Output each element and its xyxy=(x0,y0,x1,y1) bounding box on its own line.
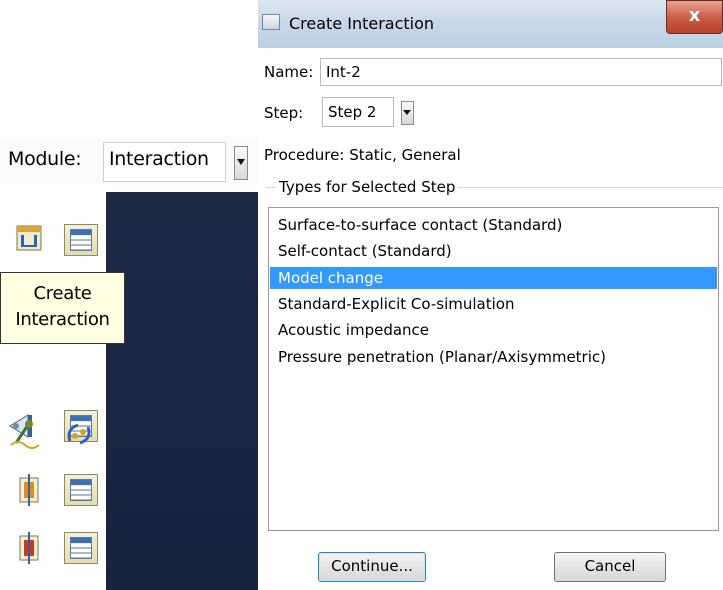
dialog-title: Create Interaction xyxy=(289,14,435,33)
module-dropdown-arrow-icon[interactable] xyxy=(234,146,248,180)
name-label: Name: xyxy=(264,63,314,81)
procedure-row: Procedure: Static, General xyxy=(264,146,461,164)
procedure-label: Procedure: xyxy=(264,146,345,164)
list-item[interactable]: Pressure penetration (Planar/Axisymmetri… xyxy=(270,346,717,368)
constraint-manager-icon[interactable] xyxy=(62,418,96,450)
step-select[interactable]: Step 2 xyxy=(322,97,394,127)
tooltip-line-2: Interaction xyxy=(15,309,110,330)
list-item[interactable]: Acoustic impedance xyxy=(270,319,717,341)
create-interaction-tooltip: Create Interaction xyxy=(0,272,125,344)
module-select[interactable]: Interaction xyxy=(103,142,226,182)
connector-manager-icon[interactable] xyxy=(64,474,98,506)
procedure-value: Static, General xyxy=(349,146,461,164)
viewport-canvas[interactable] xyxy=(106,192,258,590)
tooltip-line-1: Create xyxy=(33,283,92,304)
fastener-manager-icon[interactable] xyxy=(64,532,98,564)
list-item[interactable]: Surface-to-surface contact (Standard) xyxy=(270,214,717,236)
module-label: Module: xyxy=(8,148,82,170)
step-label: Step: xyxy=(264,104,304,122)
interaction-manager-icon[interactable] xyxy=(64,224,98,256)
list-item-selected[interactable]: Model change xyxy=(270,267,717,289)
types-group-title: Types for Selected Step xyxy=(276,178,459,196)
close-button[interactable]: x xyxy=(666,0,723,34)
create-interaction-icon[interactable] xyxy=(12,222,46,254)
step-dropdown-arrow-icon[interactable] xyxy=(401,101,414,125)
types-list[interactable]: Surface-to-surface contact (Standard) Se… xyxy=(268,207,719,531)
create-interaction-dialog: Create Interaction x Name: Int-2 Step: S… xyxy=(258,0,723,590)
toolbox xyxy=(0,184,106,590)
name-input[interactable]: Int-2 xyxy=(320,58,722,86)
list-item[interactable]: Self-contact (Standard) xyxy=(270,240,717,262)
continue-button[interactable]: Continue... xyxy=(318,552,426,582)
dialog-titlebar[interactable]: Create Interaction x xyxy=(258,0,723,48)
create-fastener-icon[interactable] xyxy=(12,532,46,564)
window-icon xyxy=(262,14,280,30)
create-connector-icon[interactable] xyxy=(12,474,46,506)
create-constraint-icon[interactable] xyxy=(8,418,42,450)
list-item[interactable]: Standard-Explicit Co-simulation xyxy=(270,293,717,315)
cancel-button[interactable]: Cancel xyxy=(554,552,666,582)
